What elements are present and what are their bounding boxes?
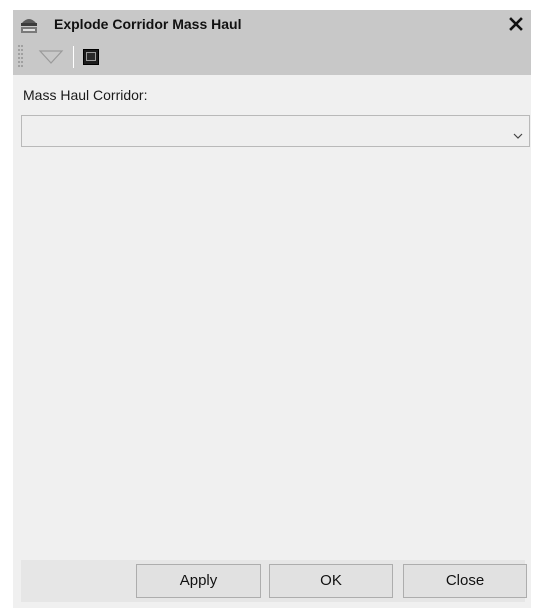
dialog-window: Explode Corridor Mass Haul Mass Haul Cor… <box>13 10 531 608</box>
close-icon[interactable] <box>507 15 525 33</box>
corridor-dropdown[interactable] <box>21 115 530 147</box>
mass-haul-icon <box>19 15 39 34</box>
toolbar-separator <box>73 46 74 68</box>
command-window-icon[interactable] <box>83 49 99 65</box>
apply-button[interactable]: Apply <box>136 564 261 598</box>
chevron-down-icon <box>513 127 523 139</box>
dialog-title: Explode Corridor Mass Haul <box>54 16 242 32</box>
title-bar[interactable]: Explode Corridor Mass Haul <box>13 10 531 39</box>
close-button[interactable]: Close <box>403 564 527 598</box>
toolbar <box>13 39 531 75</box>
ok-button[interactable]: OK <box>269 564 393 598</box>
corridor-label: Mass Haul Corridor: <box>23 87 148 103</box>
toolbar-grip[interactable] <box>18 44 24 70</box>
triangle-down-icon[interactable] <box>38 48 64 66</box>
